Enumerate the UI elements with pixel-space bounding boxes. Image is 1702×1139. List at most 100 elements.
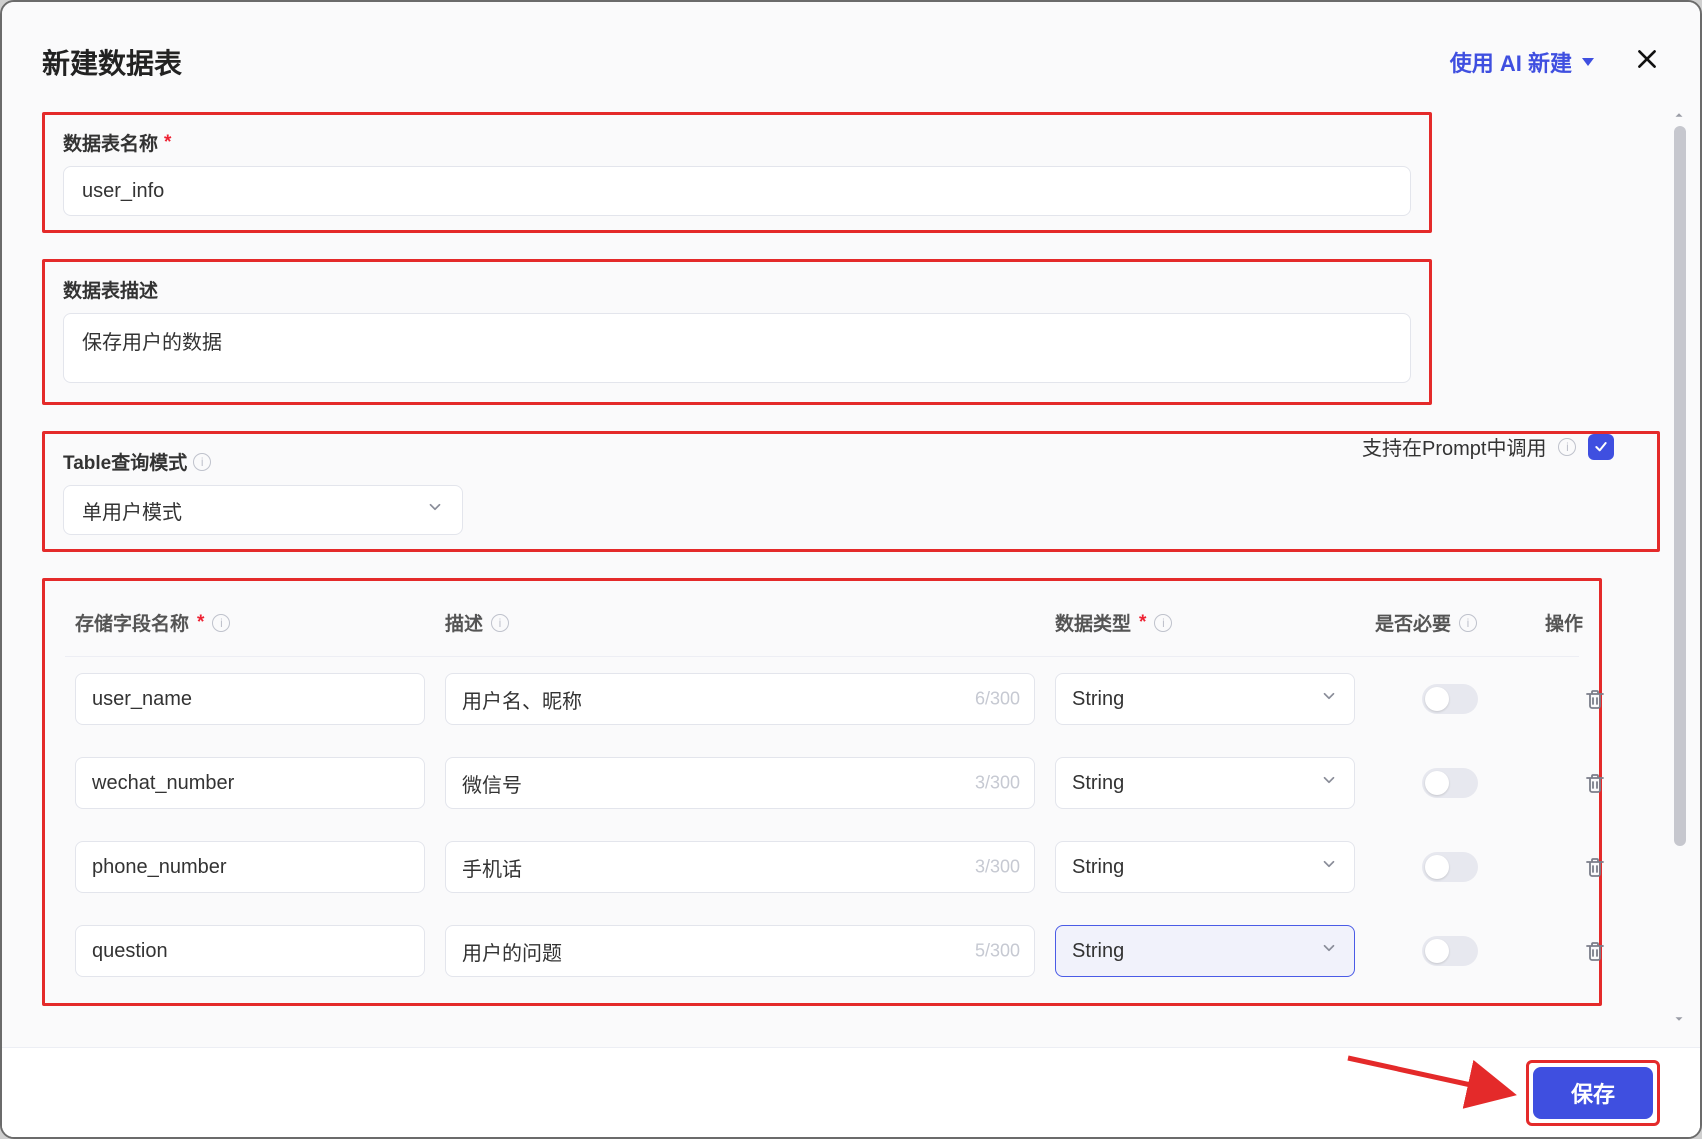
table-name-label-row: 数据表名称 * bbox=[63, 129, 1411, 156]
section-table-name: 数据表名称 * bbox=[42, 112, 1432, 233]
delete-row-button[interactable] bbox=[1583, 939, 1607, 963]
save-button[interactable]: 保存 bbox=[1533, 1067, 1653, 1119]
modal-body: 新建数据表 使用 AI 新建 数据表名称 * bbox=[2, 2, 1700, 1137]
chevron-down-icon bbox=[1320, 939, 1338, 963]
use-ai-create-link[interactable]: 使用 AI 新建 bbox=[1450, 46, 1594, 78]
field-required-cell bbox=[1375, 936, 1525, 966]
field-required-cell bbox=[1375, 852, 1525, 882]
field-row: question 用户的问题 5/300 String bbox=[65, 909, 1579, 993]
field-type-select[interactable]: String bbox=[1055, 925, 1355, 977]
field-desc-text: 用户的问题 bbox=[462, 937, 562, 966]
field-row: wechat_number 微信号 3/300 String bbox=[65, 741, 1579, 825]
modal-header: 新建数据表 使用 AI 新建 bbox=[2, 2, 1700, 102]
fields-body: user_name 用户名、昵称 6/300 String wechat_number 微… bbox=[65, 657, 1579, 993]
col-actions: 操作 bbox=[1545, 609, 1645, 636]
scroll-arrow-up[interactable] bbox=[1672, 108, 1686, 122]
field-name-input[interactable]: user_name bbox=[75, 673, 425, 725]
table-desc-label-row: 数据表描述 bbox=[63, 276, 1411, 303]
required-asterisk: * bbox=[1139, 612, 1146, 634]
table-desc-label: 数据表描述 bbox=[63, 276, 158, 303]
field-desc-text: 用户名、昵称 bbox=[462, 685, 582, 714]
info-icon: i bbox=[1459, 614, 1477, 632]
field-desc-input[interactable]: 手机话3/300 bbox=[445, 841, 1035, 893]
footer: 保存 bbox=[2, 1047, 1700, 1137]
col-type: 数据类型* i bbox=[1055, 609, 1355, 636]
check-icon bbox=[1593, 439, 1609, 455]
chevron-down-icon bbox=[1320, 687, 1338, 711]
info-icon: i bbox=[1558, 438, 1576, 456]
field-name-input[interactable]: question bbox=[75, 925, 425, 977]
required-asterisk: * bbox=[197, 612, 204, 634]
chevron-down-icon bbox=[1320, 855, 1338, 879]
field-type-select[interactable]: String bbox=[1055, 757, 1355, 809]
toggle-knob bbox=[1425, 939, 1449, 963]
delete-row-button[interactable] bbox=[1583, 771, 1607, 795]
close-icon bbox=[1634, 46, 1660, 72]
required-toggle[interactable] bbox=[1422, 852, 1478, 882]
header-right: 使用 AI 新建 bbox=[1450, 46, 1660, 78]
field-type-select[interactable]: String bbox=[1055, 841, 1355, 893]
trash-icon bbox=[1583, 939, 1607, 963]
toggle-knob bbox=[1425, 855, 1449, 879]
toggle-knob bbox=[1425, 771, 1449, 795]
prompt-support-label: 支持在Prompt中调用 bbox=[1362, 432, 1546, 461]
scroll-arrow-down[interactable] bbox=[1672, 1012, 1686, 1026]
field-desc-input[interactable]: 用户的问题 5/300 bbox=[445, 925, 1035, 977]
fields-header: 存储字段名称 * i 描述 i 数据类型* i 是否必要 i bbox=[65, 601, 1579, 657]
char-counter: 5/300 bbox=[975, 941, 1020, 962]
prompt-support-row: 支持在Prompt中调用 i bbox=[1362, 432, 1614, 461]
scrollbar-thumb[interactable] bbox=[1674, 126, 1686, 846]
field-row: phone_number 手机话3/300 String bbox=[65, 825, 1579, 909]
delete-row-button[interactable] bbox=[1583, 855, 1607, 879]
char-counter: 3/300 bbox=[975, 773, 1020, 794]
col-actions-label: 操作 bbox=[1545, 609, 1583, 636]
field-type-value: String bbox=[1072, 688, 1124, 711]
field-type-value: String bbox=[1072, 772, 1124, 795]
field-desc-text: 微信号 bbox=[462, 769, 522, 798]
info-icon: i bbox=[491, 614, 509, 632]
query-mode-selected: 单用户模式 bbox=[82, 496, 182, 525]
info-icon: i bbox=[212, 614, 230, 632]
table-desc-input[interactable] bbox=[63, 313, 1411, 383]
char-counter: 3/300 bbox=[975, 857, 1020, 878]
close-button[interactable] bbox=[1634, 46, 1660, 78]
section-fields: 存储字段名称 * i 描述 i 数据类型* i 是否必要 i bbox=[42, 578, 1602, 1006]
required-asterisk: * bbox=[164, 132, 171, 154]
query-mode-select[interactable]: 单用户模式 bbox=[63, 485, 463, 535]
char-counter: 6/300 bbox=[975, 689, 1020, 710]
prompt-support-checkbox[interactable] bbox=[1588, 434, 1614, 460]
field-type-select[interactable]: String bbox=[1055, 673, 1355, 725]
table-name-label: 数据表名称 bbox=[63, 129, 158, 156]
save-highlight-box: 保存 bbox=[1526, 1060, 1660, 1126]
chevron-down-icon bbox=[1320, 771, 1338, 795]
use-ai-create-label: 使用 AI 新建 bbox=[1450, 46, 1572, 78]
field-desc-input[interactable]: 用户名、昵称 6/300 bbox=[445, 673, 1035, 725]
trash-icon bbox=[1583, 771, 1607, 795]
required-toggle[interactable] bbox=[1422, 936, 1478, 966]
toggle-knob bbox=[1425, 687, 1449, 711]
field-desc-input[interactable]: 微信号 3/300 bbox=[445, 757, 1035, 809]
col-required: 是否必要 i bbox=[1375, 609, 1525, 636]
delete-row-button[interactable] bbox=[1583, 687, 1607, 711]
field-required-cell bbox=[1375, 768, 1525, 798]
section-table-desc: 数据表描述 bbox=[42, 259, 1432, 405]
field-name-input[interactable]: phone_number bbox=[75, 841, 425, 893]
page-title: 新建数据表 bbox=[42, 42, 182, 82]
caret-down-icon bbox=[1582, 58, 1594, 66]
save-button-label: 保存 bbox=[1571, 1077, 1615, 1109]
info-icon: i bbox=[1154, 614, 1172, 632]
field-required-cell bbox=[1375, 684, 1525, 714]
info-icon: i bbox=[193, 453, 211, 471]
field-row: user_name 用户名、昵称 6/300 String bbox=[65, 657, 1579, 741]
required-toggle[interactable] bbox=[1422, 768, 1478, 798]
col-desc: 描述 i bbox=[445, 609, 1035, 636]
trash-icon bbox=[1583, 687, 1607, 711]
col-field-name: 存储字段名称 * i bbox=[75, 609, 425, 636]
required-toggle[interactable] bbox=[1422, 684, 1478, 714]
table-name-input[interactable] bbox=[63, 166, 1411, 216]
trash-icon bbox=[1583, 855, 1607, 879]
col-field-name-label: 存储字段名称 bbox=[75, 609, 189, 636]
field-name-input[interactable]: wechat_number bbox=[75, 757, 425, 809]
query-mode-label: Table查询模式 bbox=[63, 448, 187, 475]
col-desc-label: 描述 bbox=[445, 609, 483, 636]
